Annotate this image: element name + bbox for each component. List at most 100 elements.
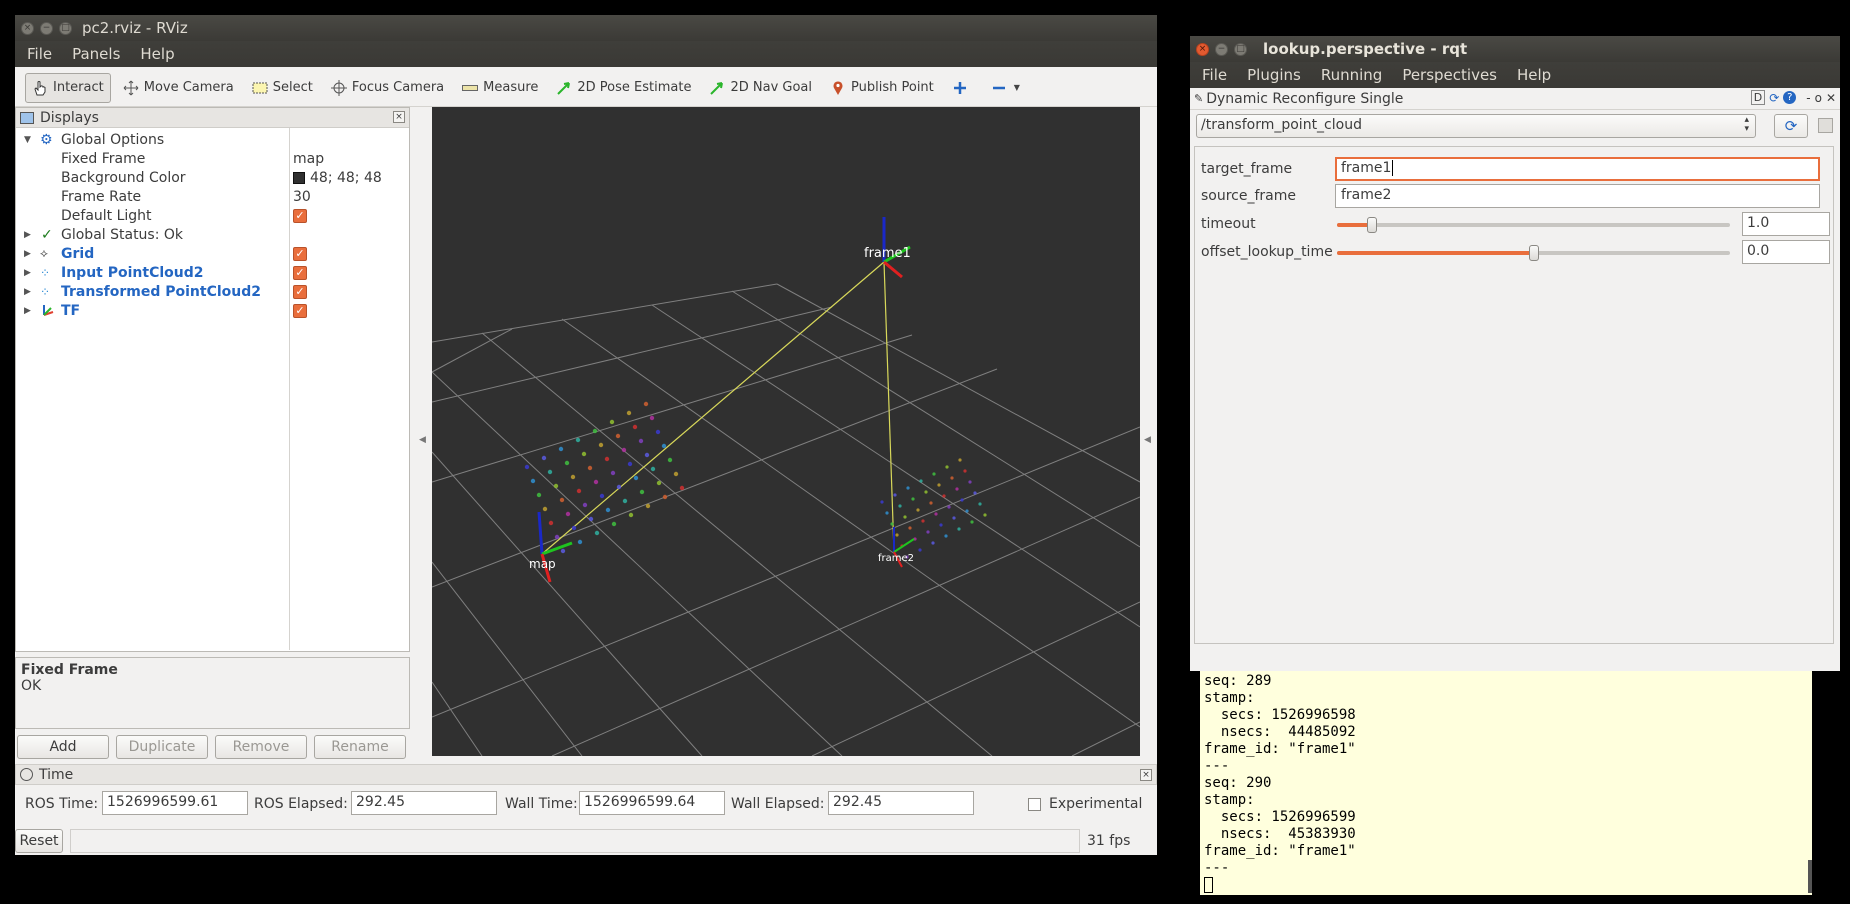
tree-row-transformed-pointcloud[interactable]: ▶ ⁘ Transformed PointCloud2 ✓ bbox=[16, 282, 409, 301]
tree-row-input-pointcloud[interactable]: ▶ ⁘ Input PointCloud2 ✓ bbox=[16, 263, 409, 282]
menu-panels[interactable]: Panels bbox=[72, 45, 120, 63]
publish-point-tool[interactable]: Publish Point bbox=[824, 73, 940, 103]
tree-row-background-color[interactable]: Background Color 48; 48; 48 bbox=[16, 168, 409, 187]
slider-handle[interactable] bbox=[1528, 245, 1539, 261]
tree-row-frame-rate[interactable]: Frame Rate 30 bbox=[16, 187, 409, 206]
tree-row-tf[interactable]: ▶ TF ✓ bbox=[16, 301, 409, 320]
tree-row-grid[interactable]: ▶ ⟡ Grid ✓ bbox=[16, 244, 409, 263]
expand-right-icon[interactable]: ▶ bbox=[24, 306, 34, 316]
collapse-right-icon[interactable]: ◀ bbox=[1144, 435, 1151, 445]
nav-goal-tool[interactable]: 2D Nav Goal bbox=[703, 73, 818, 103]
expand-right-icon[interactable]: ▶ bbox=[24, 287, 34, 297]
float-icon[interactable]: o bbox=[1815, 91, 1822, 105]
chevron-down-icon[interactable]: ▼ bbox=[1014, 83, 1020, 92]
close-icon[interactable]: × bbox=[393, 111, 405, 123]
menu-running[interactable]: Running bbox=[1321, 66, 1382, 84]
frame-rate-value[interactable]: 30 bbox=[293, 189, 311, 205]
target-frame-label: target_frame bbox=[1201, 161, 1293, 177]
select-tool[interactable]: Select bbox=[246, 73, 319, 103]
cloud-point bbox=[627, 461, 633, 467]
add-button[interactable]: Add bbox=[17, 735, 109, 759]
tf-checkbox[interactable]: ✓ bbox=[293, 303, 307, 318]
expand-right-icon[interactable]: ▶ bbox=[24, 230, 34, 240]
tree-row-global-options[interactable]: ▼ ⚙ Global Options bbox=[16, 130, 409, 149]
timeout-slider[interactable] bbox=[1337, 217, 1730, 233]
grid-checkbox[interactable]: ✓ bbox=[293, 246, 307, 261]
close-icon[interactable]: × bbox=[21, 21, 34, 35]
add-tool-button[interactable] bbox=[946, 73, 979, 103]
maximize-icon[interactable]: □ bbox=[59, 21, 72, 35]
menu-file[interactable]: File bbox=[1202, 66, 1227, 84]
close-icon[interactable]: ✕ bbox=[1826, 91, 1836, 105]
status-bar: Reset 31 fps bbox=[15, 827, 1157, 855]
terminal-scrollbar[interactable] bbox=[1808, 860, 1812, 893]
reset-button[interactable]: Reset bbox=[15, 829, 63, 853]
reload-icon[interactable]: ⟳ bbox=[1769, 91, 1779, 105]
help-icon[interactable]: ? bbox=[1783, 91, 1797, 104]
tree-row-global-status[interactable]: ▶ ✓ Global Status: Ok bbox=[16, 225, 409, 244]
ros-time-field[interactable]: 1526996599.61 bbox=[102, 791, 248, 815]
expand-down-icon[interactable]: ▼ bbox=[24, 135, 34, 145]
rviz-titlebar: × − □ pc2.rviz - RViz bbox=[15, 15, 1157, 41]
cloud-point bbox=[944, 534, 948, 538]
target-frame-input[interactable]: frame1 bbox=[1335, 157, 1820, 181]
move-camera-tool[interactable]: Move Camera bbox=[117, 73, 240, 103]
expand-right-icon[interactable]: ▶ bbox=[24, 268, 34, 278]
refresh-button[interactable]: ⟳ bbox=[1774, 114, 1808, 138]
tree-row-fixed-frame[interactable]: Fixed Frame map bbox=[16, 149, 409, 168]
default-light-checkbox[interactable]: ✓ bbox=[293, 208, 307, 223]
experimental-checkbox[interactable] bbox=[1028, 798, 1041, 811]
menu-plugins[interactable]: Plugins bbox=[1247, 66, 1301, 84]
slider-handle[interactable] bbox=[1367, 217, 1378, 233]
ruler-icon bbox=[462, 80, 479, 96]
wall-elapsed-field[interactable]: 292.45 bbox=[828, 791, 974, 815]
background-color-value[interactable]: 48; 48; 48 bbox=[293, 170, 382, 186]
remove-button[interactable]: Remove bbox=[215, 735, 307, 759]
terminal-window[interactable]: seq: 289 stamp: secs: 1526996598 nsecs: … bbox=[1200, 671, 1812, 895]
focus-camera-tool[interactable]: Focus Camera bbox=[325, 73, 450, 103]
plugin-title: Dynamic Reconfigure Single bbox=[1206, 90, 1404, 107]
maximize-icon[interactable]: □ bbox=[1234, 42, 1247, 56]
measure-tool[interactable]: Measure bbox=[456, 73, 544, 103]
cloud-point bbox=[908, 526, 912, 530]
cloud-point bbox=[558, 446, 564, 452]
plugin-d-button[interactable]: D bbox=[1750, 90, 1766, 105]
cloud-point bbox=[524, 464, 530, 470]
tree-row-default-light[interactable]: Default Light ✓ bbox=[16, 206, 409, 225]
rename-button[interactable]: Rename bbox=[314, 735, 406, 759]
close-icon[interactable]: × bbox=[1196, 42, 1209, 56]
cloud-point bbox=[673, 471, 679, 477]
menu-help[interactable]: Help bbox=[1517, 66, 1551, 84]
menu-file[interactable]: File bbox=[27, 45, 52, 63]
param-offset-lookup-time: offset_lookup_time 0.0 bbox=[1195, 238, 1833, 266]
remove-tool-button[interactable]: ▼ bbox=[985, 73, 1026, 103]
cloud-point bbox=[639, 489, 645, 495]
expand-right-icon[interactable]: ▶ bbox=[24, 249, 34, 259]
offset-lookup-time-spinbox[interactable]: 0.0 bbox=[1742, 240, 1830, 264]
timeout-spinbox[interactable]: 1.0 bbox=[1742, 212, 1830, 236]
pose-estimate-tool[interactable]: 2D Pose Estimate bbox=[550, 73, 697, 103]
menu-help[interactable]: Help bbox=[140, 45, 174, 63]
fixed-frame-value[interactable]: map bbox=[293, 151, 324, 167]
minimize-icon[interactable]: − bbox=[1215, 42, 1228, 56]
node-selector[interactable]: /transform_point_cloud ▴ ▾ bbox=[1196, 114, 1756, 138]
minimize-icon[interactable]: − bbox=[40, 21, 53, 35]
input-pointcloud-checkbox[interactable]: ✓ bbox=[293, 265, 307, 280]
transformed-pointcloud-checkbox[interactable]: ✓ bbox=[293, 284, 307, 299]
node-checkbox[interactable] bbox=[1818, 118, 1833, 133]
duplicate-button[interactable]: Duplicate bbox=[116, 735, 208, 759]
menu-perspectives[interactable]: Perspectives bbox=[1402, 66, 1497, 84]
interact-tool[interactable]: Interact bbox=[25, 72, 111, 103]
cloud-point bbox=[947, 505, 951, 509]
wall-time-field[interactable]: 1526996599.64 bbox=[579, 791, 725, 815]
ros-elapsed-field[interactable]: 292.45 bbox=[351, 791, 497, 815]
close-icon[interactable]: × bbox=[1140, 769, 1152, 781]
minimize-icon[interactable]: - bbox=[1806, 91, 1810, 105]
cloud-point bbox=[655, 429, 661, 435]
frame1-label: frame1 bbox=[864, 246, 911, 261]
source-frame-input[interactable]: frame2 bbox=[1335, 184, 1820, 208]
render-viewport[interactable]: frame1 map frame2 bbox=[432, 107, 1140, 756]
param-source-frame: source_frame frame2 bbox=[1195, 182, 1833, 210]
collapse-left-icon[interactable]: ◀ bbox=[419, 435, 426, 445]
offset-lookup-time-slider[interactable] bbox=[1337, 245, 1730, 261]
